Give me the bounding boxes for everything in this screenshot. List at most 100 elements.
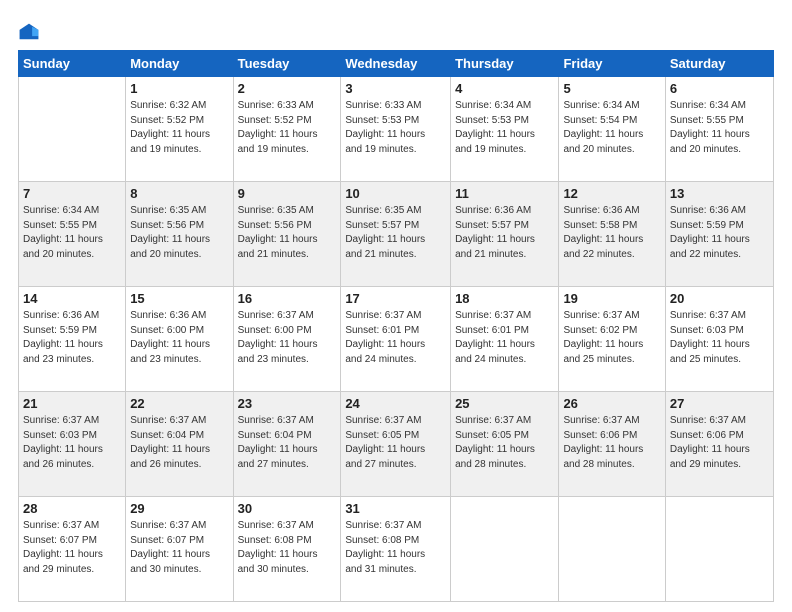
weekday-wednesday: Wednesday xyxy=(341,51,451,77)
day-number: 31 xyxy=(345,500,446,518)
weekday-header-row: SundayMondayTuesdayWednesdayThursdayFrid… xyxy=(19,51,774,77)
calendar-page: SundayMondayTuesdayWednesdayThursdayFrid… xyxy=(0,0,792,612)
day-number: 23 xyxy=(238,395,337,413)
day-number: 1 xyxy=(130,80,228,98)
calendar-cell xyxy=(19,77,126,182)
day-info: Sunrise: 6:34 AMSunset: 5:55 PMDaylight:… xyxy=(23,204,121,262)
calendar-week-2: 14Sunrise: 6:36 AMSunset: 5:59 PMDayligh… xyxy=(19,287,774,392)
day-info: Sunrise: 6:37 AMSunset: 6:06 PMDaylight:… xyxy=(670,414,769,472)
calendar-cell: 7Sunrise: 6:34 AMSunset: 5:55 PMDaylight… xyxy=(19,182,126,287)
day-number: 28 xyxy=(23,500,121,518)
day-info: Sunrise: 6:37 AMSunset: 6:05 PMDaylight:… xyxy=(345,414,446,472)
calendar-cell: 1Sunrise: 6:32 AMSunset: 5:52 PMDaylight… xyxy=(126,77,233,182)
day-number: 7 xyxy=(23,185,121,203)
day-info: Sunrise: 6:34 AMSunset: 5:55 PMDaylight:… xyxy=(670,99,769,157)
day-info: Sunrise: 6:37 AMSunset: 6:05 PMDaylight:… xyxy=(455,414,554,472)
day-info: Sunrise: 6:35 AMSunset: 5:57 PMDaylight:… xyxy=(345,204,446,262)
calendar-cell xyxy=(665,497,773,602)
day-info: Sunrise: 6:37 AMSunset: 6:02 PMDaylight:… xyxy=(563,309,660,367)
calendar-cell: 13Sunrise: 6:36 AMSunset: 5:59 PMDayligh… xyxy=(665,182,773,287)
day-info: Sunrise: 6:32 AMSunset: 5:52 PMDaylight:… xyxy=(130,99,228,157)
day-info: Sunrise: 6:37 AMSunset: 6:01 PMDaylight:… xyxy=(345,309,446,367)
calendar-cell: 2Sunrise: 6:33 AMSunset: 5:52 PMDaylight… xyxy=(233,77,341,182)
weekday-thursday: Thursday xyxy=(451,51,559,77)
calendar-body: 1Sunrise: 6:32 AMSunset: 5:52 PMDaylight… xyxy=(19,77,774,602)
day-number: 14 xyxy=(23,290,121,308)
weekday-tuesday: Tuesday xyxy=(233,51,341,77)
calendar-cell: 5Sunrise: 6:34 AMSunset: 5:54 PMDaylight… xyxy=(559,77,665,182)
day-info: Sunrise: 6:37 AMSunset: 6:08 PMDaylight:… xyxy=(238,519,337,577)
day-number: 5 xyxy=(563,80,660,98)
day-info: Sunrise: 6:37 AMSunset: 6:04 PMDaylight:… xyxy=(238,414,337,472)
calendar-cell: 31Sunrise: 6:37 AMSunset: 6:08 PMDayligh… xyxy=(341,497,451,602)
day-info: Sunrise: 6:34 AMSunset: 5:53 PMDaylight:… xyxy=(455,99,554,157)
calendar-cell: 11Sunrise: 6:36 AMSunset: 5:57 PMDayligh… xyxy=(451,182,559,287)
calendar-cell: 16Sunrise: 6:37 AMSunset: 6:00 PMDayligh… xyxy=(233,287,341,392)
calendar-cell: 24Sunrise: 6:37 AMSunset: 6:05 PMDayligh… xyxy=(341,392,451,497)
day-info: Sunrise: 6:35 AMSunset: 5:56 PMDaylight:… xyxy=(238,204,337,262)
day-number: 25 xyxy=(455,395,554,413)
day-number: 12 xyxy=(563,185,660,203)
weekday-saturday: Saturday xyxy=(665,51,773,77)
day-info: Sunrise: 6:37 AMSunset: 6:08 PMDaylight:… xyxy=(345,519,446,577)
calendar-cell: 27Sunrise: 6:37 AMSunset: 6:06 PMDayligh… xyxy=(665,392,773,497)
logo-icon xyxy=(18,22,40,44)
weekday-sunday: Sunday xyxy=(19,51,126,77)
day-number: 6 xyxy=(670,80,769,98)
day-number: 2 xyxy=(238,80,337,98)
calendar-cell: 28Sunrise: 6:37 AMSunset: 6:07 PMDayligh… xyxy=(19,497,126,602)
calendar-cell: 14Sunrise: 6:36 AMSunset: 5:59 PMDayligh… xyxy=(19,287,126,392)
day-info: Sunrise: 6:34 AMSunset: 5:54 PMDaylight:… xyxy=(563,99,660,157)
calendar-cell: 25Sunrise: 6:37 AMSunset: 6:05 PMDayligh… xyxy=(451,392,559,497)
day-info: Sunrise: 6:37 AMSunset: 6:07 PMDaylight:… xyxy=(23,519,121,577)
calendar-cell: 10Sunrise: 6:35 AMSunset: 5:57 PMDayligh… xyxy=(341,182,451,287)
day-info: Sunrise: 6:36 AMSunset: 5:59 PMDaylight:… xyxy=(23,309,121,367)
calendar-cell xyxy=(559,497,665,602)
day-number: 4 xyxy=(455,80,554,98)
calendar-cell: 26Sunrise: 6:37 AMSunset: 6:06 PMDayligh… xyxy=(559,392,665,497)
calendar-cell: 17Sunrise: 6:37 AMSunset: 6:01 PMDayligh… xyxy=(341,287,451,392)
calendar-cell xyxy=(451,497,559,602)
calendar-cell: 6Sunrise: 6:34 AMSunset: 5:55 PMDaylight… xyxy=(665,77,773,182)
day-number: 3 xyxy=(345,80,446,98)
day-number: 24 xyxy=(345,395,446,413)
calendar-cell: 20Sunrise: 6:37 AMSunset: 6:03 PMDayligh… xyxy=(665,287,773,392)
day-number: 18 xyxy=(455,290,554,308)
day-info: Sunrise: 6:37 AMSunset: 6:06 PMDaylight:… xyxy=(563,414,660,472)
day-info: Sunrise: 6:36 AMSunset: 5:59 PMDaylight:… xyxy=(670,204,769,262)
calendar-cell: 19Sunrise: 6:37 AMSunset: 6:02 PMDayligh… xyxy=(559,287,665,392)
day-info: Sunrise: 6:36 AMSunset: 5:57 PMDaylight:… xyxy=(455,204,554,262)
calendar-week-3: 21Sunrise: 6:37 AMSunset: 6:03 PMDayligh… xyxy=(19,392,774,497)
day-info: Sunrise: 6:35 AMSunset: 5:56 PMDaylight:… xyxy=(130,204,228,262)
calendar-cell: 18Sunrise: 6:37 AMSunset: 6:01 PMDayligh… xyxy=(451,287,559,392)
calendar-cell: 22Sunrise: 6:37 AMSunset: 6:04 PMDayligh… xyxy=(126,392,233,497)
day-number: 26 xyxy=(563,395,660,413)
day-number: 29 xyxy=(130,500,228,518)
day-number: 30 xyxy=(238,500,337,518)
day-number: 16 xyxy=(238,290,337,308)
day-info: Sunrise: 6:36 AMSunset: 5:58 PMDaylight:… xyxy=(563,204,660,262)
calendar-week-0: 1Sunrise: 6:32 AMSunset: 5:52 PMDaylight… xyxy=(19,77,774,182)
day-number: 27 xyxy=(670,395,769,413)
day-info: Sunrise: 6:37 AMSunset: 6:04 PMDaylight:… xyxy=(130,414,228,472)
day-info: Sunrise: 6:33 AMSunset: 5:53 PMDaylight:… xyxy=(345,99,446,157)
day-info: Sunrise: 6:33 AMSunset: 5:52 PMDaylight:… xyxy=(238,99,337,157)
day-number: 8 xyxy=(130,185,228,203)
day-info: Sunrise: 6:36 AMSunset: 6:00 PMDaylight:… xyxy=(130,309,228,367)
calendar-cell: 30Sunrise: 6:37 AMSunset: 6:08 PMDayligh… xyxy=(233,497,341,602)
day-number: 20 xyxy=(670,290,769,308)
day-number: 21 xyxy=(23,395,121,413)
logo xyxy=(18,22,42,44)
day-number: 15 xyxy=(130,290,228,308)
calendar-cell: 15Sunrise: 6:36 AMSunset: 6:00 PMDayligh… xyxy=(126,287,233,392)
calendar-cell: 23Sunrise: 6:37 AMSunset: 6:04 PMDayligh… xyxy=(233,392,341,497)
weekday-monday: Monday xyxy=(126,51,233,77)
day-info: Sunrise: 6:37 AMSunset: 6:01 PMDaylight:… xyxy=(455,309,554,367)
calendar-cell: 21Sunrise: 6:37 AMSunset: 6:03 PMDayligh… xyxy=(19,392,126,497)
day-number: 22 xyxy=(130,395,228,413)
calendar-week-1: 7Sunrise: 6:34 AMSunset: 5:55 PMDaylight… xyxy=(19,182,774,287)
weekday-friday: Friday xyxy=(559,51,665,77)
calendar-cell: 29Sunrise: 6:37 AMSunset: 6:07 PMDayligh… xyxy=(126,497,233,602)
day-number: 9 xyxy=(238,185,337,203)
header xyxy=(18,18,774,44)
